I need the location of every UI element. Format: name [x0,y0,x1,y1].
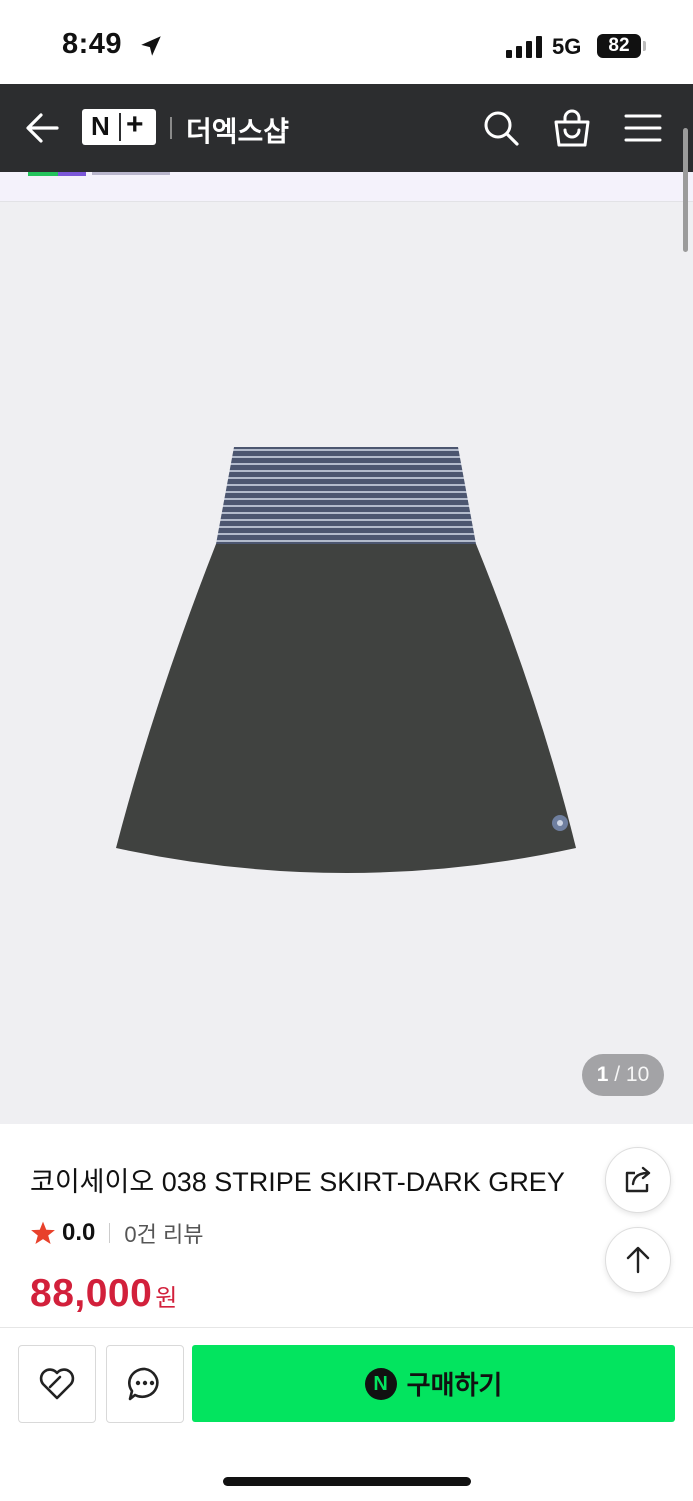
status-time: 8:49 [62,28,123,60]
shopping-bag-icon[interactable] [552,108,592,148]
shop-name[interactable]: 더엑스샵 [186,110,289,150]
back-arrow-icon[interactable] [24,111,60,145]
network-type: 5G [552,34,582,59]
chat-icon [128,1367,159,1401]
star-icon [31,1221,55,1245]
banner-fragment [58,172,86,176]
product-title: 코이세이오 038 STRIPE SKIRT-DARK GREY [30,1167,565,1197]
banner-fragment [92,172,170,175]
naver-plus-logo[interactable]: N + [82,108,156,145]
review-count-link[interactable]: 0건 리뷰 [124,1217,203,1249]
header-divider [170,117,172,139]
page-scrollbar[interactable] [683,128,688,252]
gallery-page-indicator: 1 / 10 [582,1054,664,1096]
location-icon [141,36,161,56]
share-icon [625,1166,651,1193]
logo-divider [119,113,121,141]
product-skirt-image [116,447,576,873]
signal-icon [506,36,542,58]
talk-talk-button[interactable] [106,1345,184,1423]
banner-fragment [28,172,58,176]
promo-banner-strip [0,172,693,202]
naver-pay-icon: N [364,1367,397,1400]
heart-icon [39,1368,75,1400]
gallery-current-page: 1 [596,1063,609,1086]
wishlist-button[interactable] [18,1345,96,1423]
battery-cap [643,41,646,51]
logo-n: N [91,111,110,141]
scroll-to-top-button[interactable] [605,1227,671,1293]
buy-now-label: 구매하기 [406,1370,503,1400]
rating-score: 0.0 [62,1219,96,1246]
bottom-action-bar: N 구매하기 [0,1327,693,1501]
top-nav-bar: N + 더엑스샵 [0,84,693,172]
battery-indicator: 82 [597,34,641,58]
status-bar: 8:49 5G 82 [0,0,693,84]
price-amount: 88,000 [30,1272,153,1315]
share-button[interactable] [605,1147,671,1213]
price-currency: 원 [155,1285,178,1312]
search-icon[interactable] [482,109,520,147]
arrow-up-icon [626,1246,650,1274]
rating-divider [109,1223,111,1243]
buy-now-button[interactable]: N 구매하기 [192,1345,675,1422]
product-image-gallery[interactable]: 1 / 10 [0,202,693,1124]
product-price: 88,000 원 [30,1272,177,1316]
menu-icon[interactable] [624,113,662,143]
product-info: 코이세이오 038 STRIPE SKIRT-DARK GREY 0.0 0건 … [0,1124,693,1326]
home-indicator[interactable] [223,1477,471,1486]
gallery-total-pages: / 10 [614,1063,650,1086]
logo-plus: + [126,108,144,141]
product-rating: 0.0 0건 리뷰 [30,1218,203,1248]
